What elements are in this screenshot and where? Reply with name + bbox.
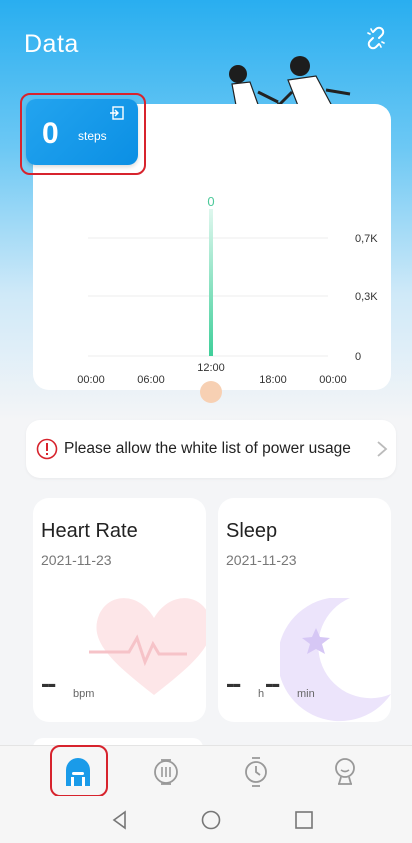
heart-icon [89,598,206,695]
y-tick-label: 0 [355,351,361,363]
y-tick-label: 0,7K [355,233,378,245]
sleep-card[interactable]: Sleep 2021-11-23 -- h -- min [218,498,391,722]
unlink-icon[interactable] [362,24,390,52]
y-tick-label: 0,3K [355,291,378,303]
heart-rate-unit: bpm [73,688,95,700]
alert-icon [36,438,58,460]
system-nav-bar [0,796,412,843]
steps-card-highlight [20,93,146,175]
sleep-title: Sleep [226,520,278,542]
x-tick-label: 06:00 [137,374,165,386]
page-title: Data [24,30,79,58]
x-tick-label: 12:00 [197,362,225,374]
heart-rate-card[interactable]: Heart Rate 2021-11-23 -- bpm [33,498,206,722]
back-icon[interactable] [108,808,132,832]
home-button-icon[interactable] [199,808,223,832]
heart-rate-date: 2021-11-23 [41,552,112,568]
heart-rate-value: -- [41,668,56,698]
chart-bar[interactable] [209,209,213,356]
sleep-hours-unit: h [258,688,265,700]
profile-icon[interactable] [325,752,365,792]
watch-face-icon[interactable] [146,752,186,792]
heart-rate-title: Heart Rate [41,520,138,542]
bar-value-label: 0 [207,194,214,209]
sleep-minutes-unit: min [297,688,315,700]
recent-apps-icon[interactable] [292,808,316,832]
chart-scrub-handle[interactable] [200,381,222,403]
notice-text: Please allow the white list of power usa… [64,440,351,457]
sleep-minutes-value: -- [265,668,280,698]
chevron-right-icon [377,441,388,457]
x-tick-label: 18:00 [259,374,287,386]
x-tick-label: 00:00 [319,374,347,386]
x-tick-label: 00:00 [77,374,105,386]
watch-icon[interactable] [236,752,276,792]
home-tab-highlight [50,745,108,797]
power-whitelist-notice[interactable]: Please allow the white list of power usa… [26,420,396,478]
sleep-hours-value: -- [226,668,241,698]
sleep-date: 2021-11-23 [226,552,297,568]
moon-star-icon [280,598,391,722]
